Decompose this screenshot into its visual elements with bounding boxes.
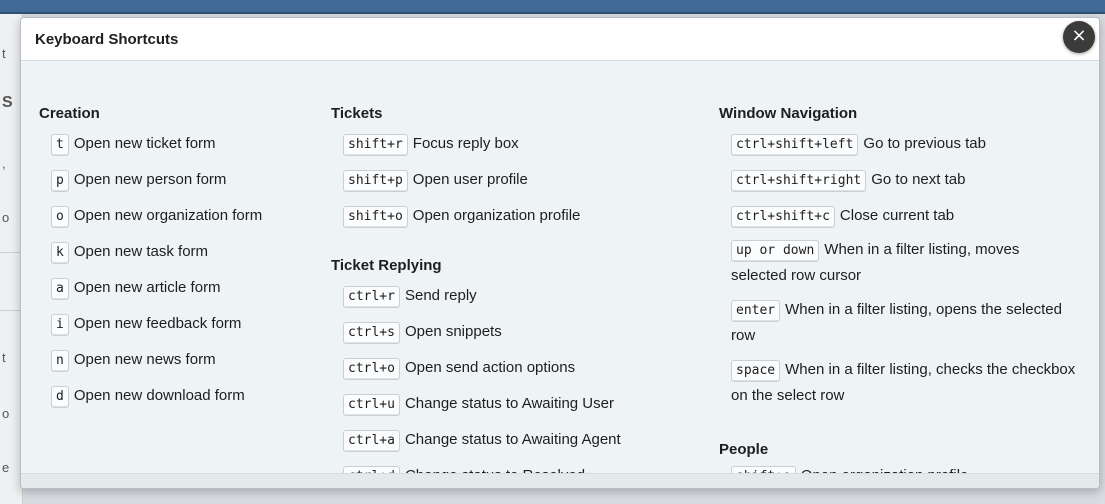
shortcut-description: Open new organization form bbox=[73, 207, 263, 224]
shortcut-key: k bbox=[51, 242, 69, 264]
shortcut-key: space bbox=[731, 360, 781, 382]
dialog-title: Keyboard Shortcuts bbox=[35, 31, 179, 48]
shortcut-key: o bbox=[51, 206, 69, 228]
shortcut-item: a Open new article form bbox=[51, 277, 221, 300]
background-text: o bbox=[2, 406, 10, 421]
shortcut-description: Open new feedback form bbox=[73, 315, 242, 332]
close-icon: × bbox=[1071, 25, 1087, 46]
shortcut-key: ctrl+u bbox=[343, 394, 400, 416]
background-text: t bbox=[2, 46, 6, 61]
shortcut-description: Open send action options bbox=[404, 359, 576, 376]
shortcut-key: shift+p bbox=[343, 170, 408, 192]
section-title-tickets: Tickets bbox=[331, 105, 383, 122]
dialog-body: Creation t Open new ticket form p Open new… bbox=[21, 61, 1099, 488]
section-title-creation: Creation bbox=[39, 105, 100, 122]
shortcut-item: p Open new person form bbox=[51, 169, 226, 192]
shortcut-key: i bbox=[51, 314, 69, 336]
shortcut-item: ctrl+shift+right Go to next tab bbox=[731, 169, 965, 192]
background-text: , bbox=[2, 156, 6, 171]
shortcut-key: t bbox=[51, 134, 69, 156]
shortcut-description: Open snippets bbox=[404, 323, 502, 340]
shortcut-key: ctrl+o bbox=[343, 358, 400, 380]
shortcut-item: up or down When in a filter listing, move… bbox=[731, 237, 1076, 289]
shortcut-key: ctrl+s bbox=[343, 322, 400, 344]
shortcut-description: Open new download form bbox=[73, 387, 245, 404]
shortcut-description: Open new news form bbox=[73, 351, 216, 368]
shortcut-item: shift+r Focus reply box bbox=[343, 133, 519, 156]
shortcut-description: When in a filter listing, checks the che… bbox=[731, 361, 1076, 404]
shortcut-description: Open organization profile bbox=[412, 207, 581, 224]
shortcut-description: Send reply bbox=[404, 287, 477, 304]
shortcut-description: Go to previous tab bbox=[863, 135, 986, 152]
shortcut-item: shift+oOpen organization profile bbox=[343, 205, 580, 228]
shortcut-description: Go to next tab bbox=[871, 171, 966, 188]
shortcut-key: p bbox=[51, 170, 69, 192]
shortcut-item: o Open new organization form bbox=[51, 205, 262, 228]
background-text: t bbox=[2, 350, 6, 365]
shortcut-description: Change status to Awaiting User bbox=[404, 395, 614, 412]
dialog-header: Keyboard Shortcuts bbox=[21, 18, 1099, 61]
shortcut-description: Open user profile bbox=[412, 171, 528, 188]
shortcut-item: i Open new feedback form bbox=[51, 313, 241, 336]
shortcut-item: ctrl+o Open send action options bbox=[343, 357, 575, 380]
shortcut-item: ctrl+a Change status to Awaiting Agent bbox=[343, 429, 621, 452]
shortcut-item: ctrl+shift+c Close current tab bbox=[731, 205, 954, 228]
shortcut-item: d Open new download form bbox=[51, 385, 245, 408]
shortcut-item: space When in a filter listing, checks th… bbox=[731, 357, 1076, 409]
shortcut-item: enter When in a filter listing, opens the… bbox=[731, 297, 1076, 349]
section-title-ticket-replying: Ticket Replying bbox=[331, 257, 442, 274]
shortcut-item: ctrl+s Open snippets bbox=[343, 321, 502, 344]
shortcut-item: shift+p Open user profile bbox=[343, 169, 528, 192]
shortcut-description: Open new ticket form bbox=[73, 135, 216, 152]
shortcut-key: up or down bbox=[731, 240, 820, 262]
shortcut-key: d bbox=[51, 386, 69, 408]
background-text: e bbox=[2, 460, 10, 475]
background-text: S bbox=[2, 94, 13, 111]
shortcut-key: n bbox=[51, 350, 69, 372]
shortcut-item: k Open new task form bbox=[51, 241, 208, 264]
shortcut-item: ctrl+u Change status to Awaiting User bbox=[343, 393, 614, 416]
shortcut-item: ctrl+r Send reply bbox=[343, 285, 477, 308]
shortcut-description: Close current tab bbox=[839, 207, 955, 224]
background-divider bbox=[0, 252, 20, 253]
shortcut-key: enter bbox=[731, 300, 781, 322]
shortcut-item: t Open new ticket form bbox=[51, 133, 216, 156]
dialog-footer bbox=[21, 473, 1099, 488]
shortcut-key: shift+r bbox=[343, 134, 408, 156]
shortcut-key: ctrl+shift+c bbox=[731, 206, 835, 228]
background-app-header bbox=[0, 0, 1105, 14]
shortcut-key: shift+o bbox=[343, 206, 408, 228]
shortcut-description: Focus reply box bbox=[412, 135, 519, 152]
section-title-window-navigation: Window Navigation bbox=[719, 105, 858, 122]
shortcut-item: n Open new news form bbox=[51, 349, 216, 372]
shortcut-key: ctrl+r bbox=[343, 286, 400, 308]
shortcut-description: Change status to Awaiting Agent bbox=[404, 431, 621, 448]
shortcut-key: ctrl+shift+left bbox=[731, 134, 859, 156]
shortcut-item: ctrl+shift+left Go to previous tab bbox=[731, 133, 986, 156]
background-divider bbox=[0, 310, 20, 311]
keyboard-shortcuts-dialog: Keyboard Shortcuts Creation t Open new ti… bbox=[20, 17, 1100, 489]
background-text: o bbox=[2, 210, 10, 225]
shortcut-description: Open new person form bbox=[73, 171, 227, 188]
shortcut-description: Open new task form bbox=[73, 243, 209, 260]
shortcut-description: Open new article form bbox=[73, 279, 221, 296]
close-button[interactable]: × bbox=[1063, 21, 1095, 53]
shortcut-key: a bbox=[51, 278, 69, 300]
shortcut-key: ctrl+shift+right bbox=[731, 170, 867, 192]
shortcut-key: ctrl+a bbox=[343, 430, 400, 452]
section-title-people: People bbox=[719, 441, 769, 458]
shortcut-description: When in a filter listing, opens the sele… bbox=[731, 301, 1062, 344]
